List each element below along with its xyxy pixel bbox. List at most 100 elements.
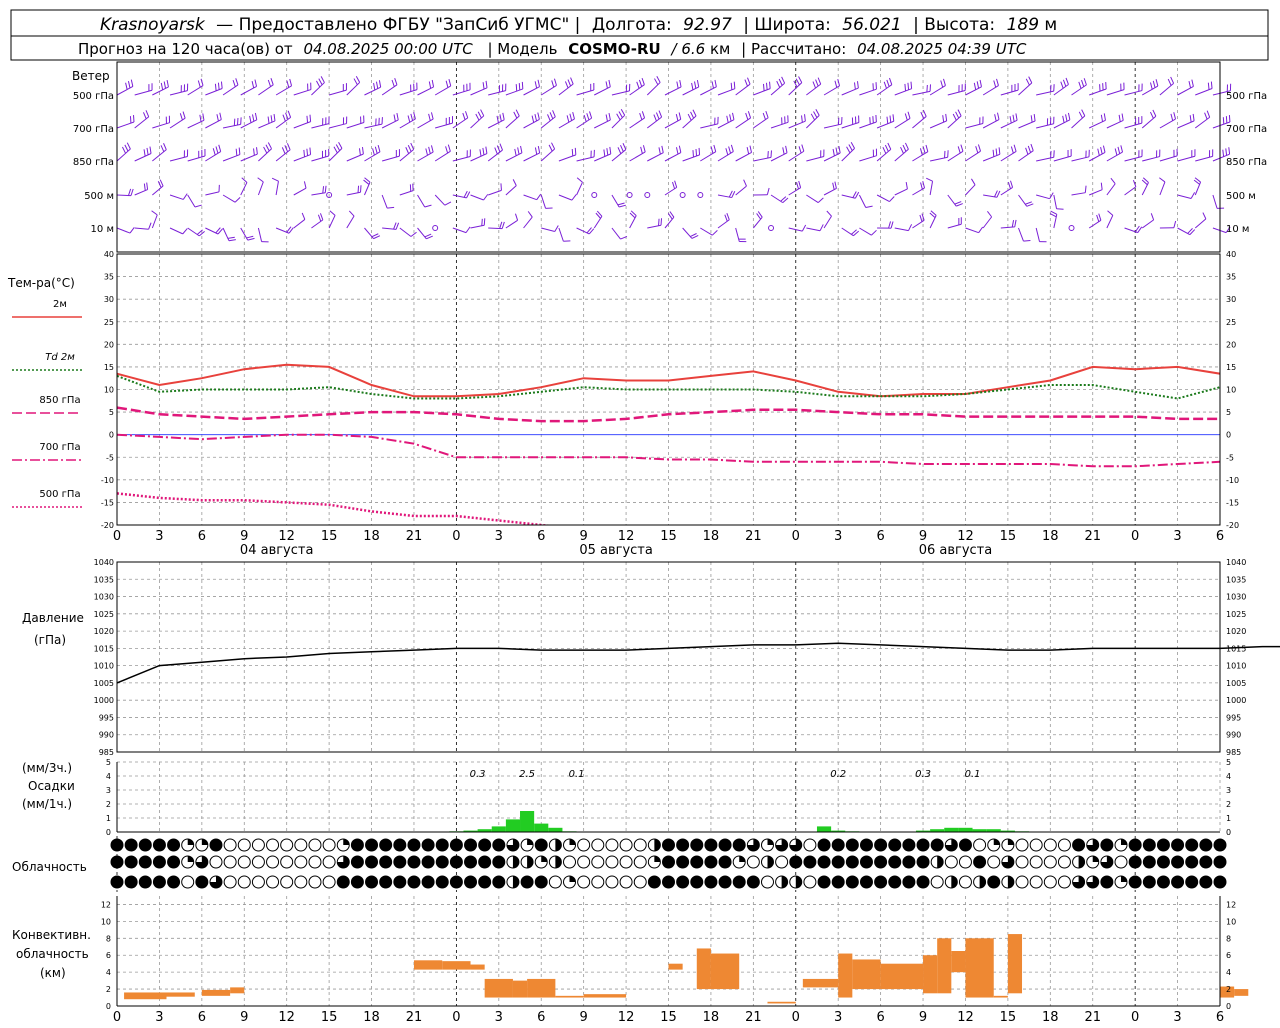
wind-barb-feather <box>235 197 240 202</box>
wind-barb <box>736 152 752 161</box>
wind-barb-feather <box>397 113 398 120</box>
cloud-cover-symbol <box>677 839 689 851</box>
cloud-cover-symbol <box>677 856 689 868</box>
wind-barb-feather <box>1084 78 1086 85</box>
forecast-prefix: Прогноз на 120 часа(ов) от <box>78 40 293 58</box>
cloud-cover-symbol <box>351 839 363 851</box>
wind-barb-feather <box>392 80 394 87</box>
x-tick-label: 15 <box>660 1010 677 1024</box>
x-tick-label: 12 <box>278 1010 295 1024</box>
wind-barb-feather <box>195 205 202 207</box>
wind-barb <box>276 181 278 195</box>
cloud-cover-fill <box>541 856 547 862</box>
x-tick-label: 21 <box>406 529 423 544</box>
wind-barb-feather <box>883 147 886 153</box>
wind-barb <box>718 152 733 161</box>
wind-barb-feather <box>302 213 305 219</box>
wind-barb-feather <box>362 147 363 154</box>
wind-barb-feather <box>515 214 517 221</box>
x-tick-label: 0 <box>792 1010 800 1024</box>
cloud-cover-symbol <box>620 839 632 851</box>
precip-y-tick: 4 <box>106 772 111 781</box>
wind-barb-feather <box>805 114 806 121</box>
cloud-cover-symbol <box>691 839 703 851</box>
cloud-cover-symbol <box>153 839 165 851</box>
wind-barb-feather <box>672 182 674 189</box>
cloud-cover-fill <box>555 839 561 851</box>
conv-cloud-bar <box>166 992 194 996</box>
wind-barb <box>364 152 379 161</box>
wind-barb <box>117 228 130 233</box>
wind-barb-feather <box>1118 147 1120 154</box>
wind-barb-feather <box>1104 113 1105 120</box>
wind-barb-feather <box>610 147 611 154</box>
wind-barb <box>294 188 306 195</box>
wind-barb-feather <box>921 112 924 118</box>
wind-barb <box>1089 89 1106 95</box>
conv-cloud-bar <box>951 951 965 972</box>
x-tick-label: 9 <box>919 1010 927 1024</box>
wind-barb-feather <box>888 143 891 149</box>
wind-barb-feather <box>1151 213 1153 220</box>
wind-barb <box>577 182 583 195</box>
cloud-cover-symbol <box>493 839 505 851</box>
wind-barb <box>524 153 540 161</box>
cloud-cover-symbol <box>832 839 844 851</box>
conv-cloud-bar <box>124 992 166 999</box>
wind-barb-feather <box>336 145 339 151</box>
wind-barb-feather <box>152 211 158 215</box>
wind-barb <box>453 90 470 95</box>
wind-barb-feather <box>711 147 713 154</box>
day-label: 05 августа <box>579 543 653 558</box>
wind-barb-feather <box>659 219 660 226</box>
wind-barb-feather <box>217 114 219 121</box>
wind-barb-feather <box>339 142 342 148</box>
wind-barb <box>417 195 424 207</box>
cloud-cover-fill <box>782 876 788 888</box>
cloud-cover-symbol <box>832 856 844 868</box>
x-tick-label: 9 <box>919 529 927 544</box>
precip-bar <box>548 828 562 832</box>
wind-barb-feather <box>500 114 501 121</box>
wind-barb-feather <box>1066 78 1068 85</box>
wind-barb <box>541 149 554 161</box>
wind-barb <box>471 154 487 161</box>
wind-barb <box>559 155 576 161</box>
wind-barb <box>1107 120 1123 128</box>
wind-barb <box>435 151 450 161</box>
cloud-cover-symbol <box>394 876 406 888</box>
conv-title-2: облачность <box>16 947 89 961</box>
wind-barb <box>700 124 718 128</box>
wind-barb <box>1018 228 1023 241</box>
wind-barb <box>541 228 555 232</box>
wind-barb-feather <box>609 113 610 120</box>
calm-wind-circle <box>627 193 632 198</box>
temp-y-tick: 0 <box>109 431 114 440</box>
x-tick-label: 12 <box>957 529 974 544</box>
cloud-cover-symbol <box>1157 876 1169 888</box>
wind-barb <box>417 87 433 95</box>
wind-level-label: 700 гПа <box>73 124 114 135</box>
wind-barb <box>736 118 751 128</box>
x-tick-label: 15 <box>660 529 677 544</box>
wind-barb-feather <box>994 81 996 88</box>
wind-barb-feather <box>354 79 357 85</box>
wind-barb-feather <box>356 76 359 82</box>
lon-value: 92.97 <box>683 15 732 35</box>
wind-barb <box>382 120 398 128</box>
temp-legend-label: 850 гПа <box>39 395 80 406</box>
wind-barb-feather <box>551 143 554 149</box>
conv-cloud-bar <box>1234 989 1248 996</box>
cloud-cover-symbol <box>875 839 887 851</box>
temp-legend-label: Td 2м <box>45 352 75 363</box>
press-y-tick: 1035 <box>94 575 114 584</box>
wind-barb-feather <box>1171 114 1173 121</box>
conv-y-tick: 12 <box>101 900 111 909</box>
wind-barb <box>382 195 387 208</box>
cloud-cover-symbol <box>1030 839 1042 851</box>
wind-barb-feather <box>1063 116 1064 123</box>
conv-cloud-bar <box>923 955 937 993</box>
cloud-cover-symbol <box>125 839 137 851</box>
cloud-cover-symbol <box>719 856 731 868</box>
model-label: | Модель <box>487 40 557 58</box>
